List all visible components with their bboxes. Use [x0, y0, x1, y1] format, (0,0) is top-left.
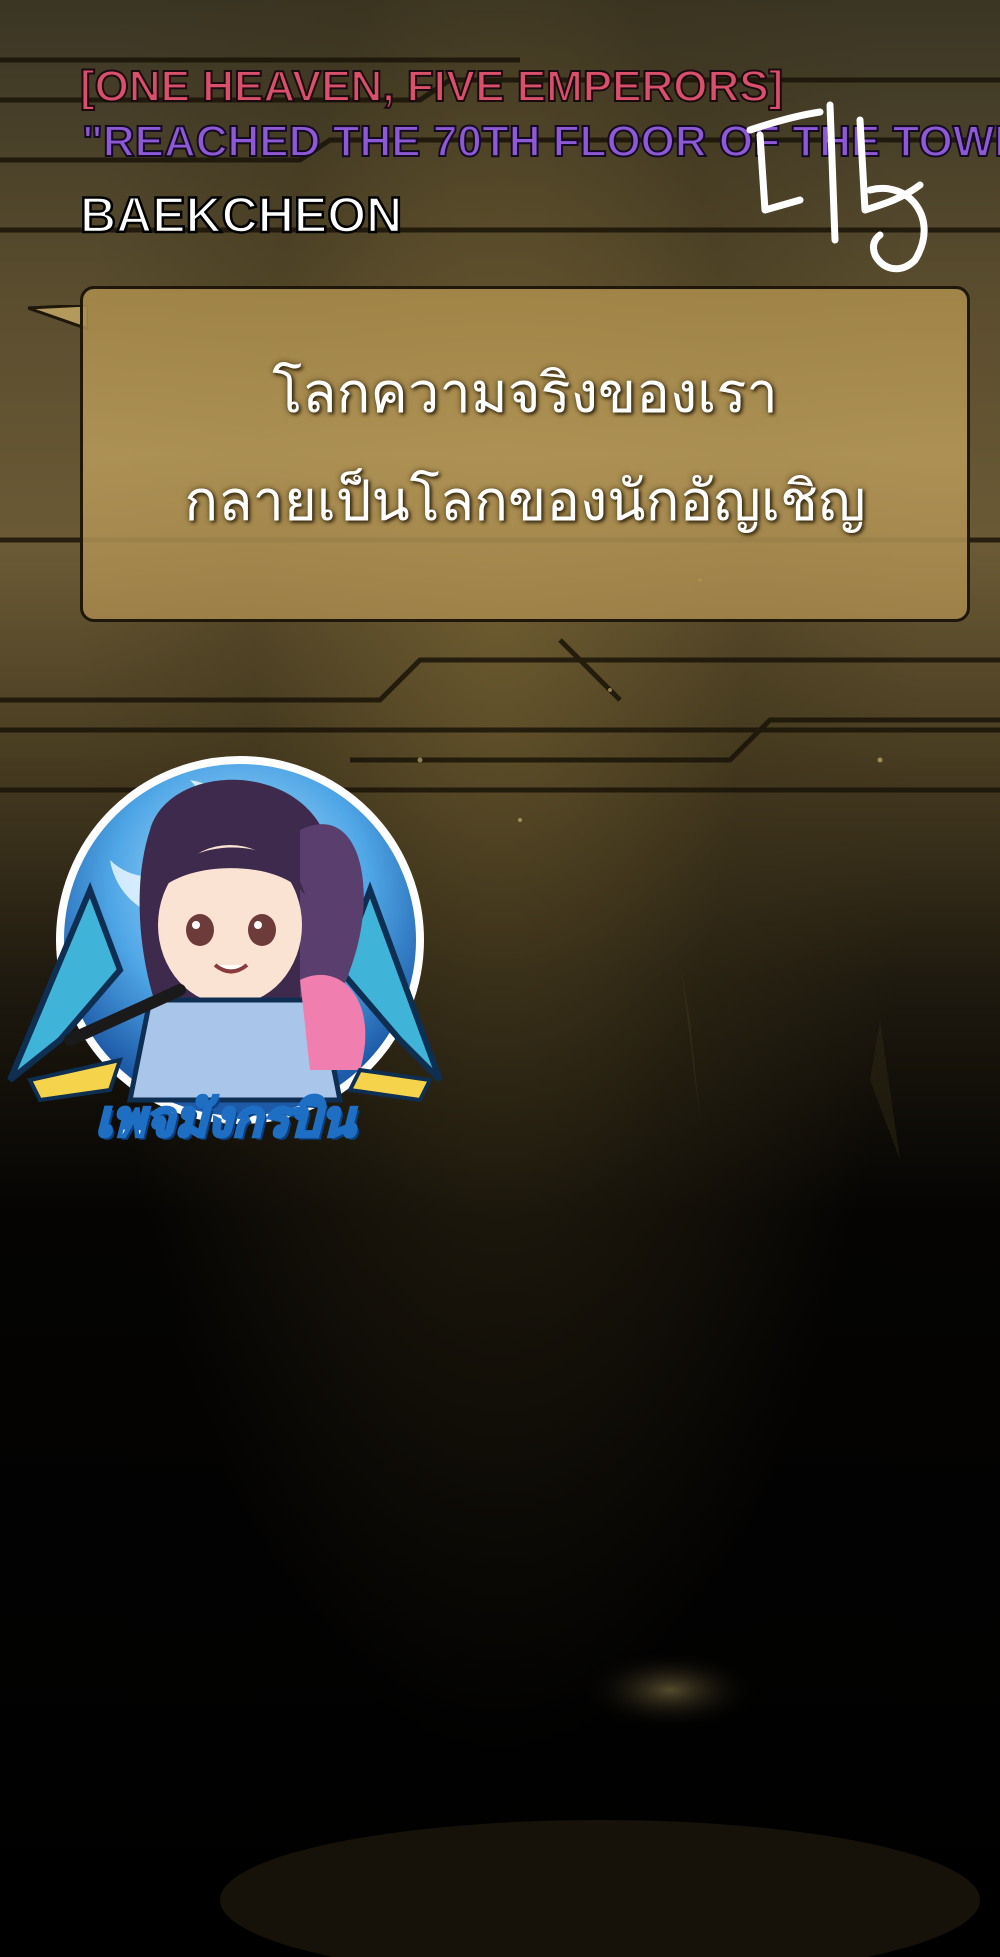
- caption-speaker-name: BAEKCHEON: [79, 186, 404, 245]
- signature-scribble: [746, 101, 928, 273]
- speech-bubble-text: โลกความจริงของเรา กลายเป็นโลกของนักอัญเช…: [80, 340, 970, 556]
- caption-title: [ONE HEAVEN, FIVE EMPERORS]: [79, 61, 784, 112]
- scanlator-logo-text: เพจมังกรบิน: [94, 1089, 357, 1150]
- speech-bubble-tail: [28, 305, 88, 331]
- speech-line-1: โลกความจริงของเรา: [272, 361, 778, 426]
- speech-line-2: กลายเป็นโลกของนักอัญเชิญ: [184, 469, 866, 534]
